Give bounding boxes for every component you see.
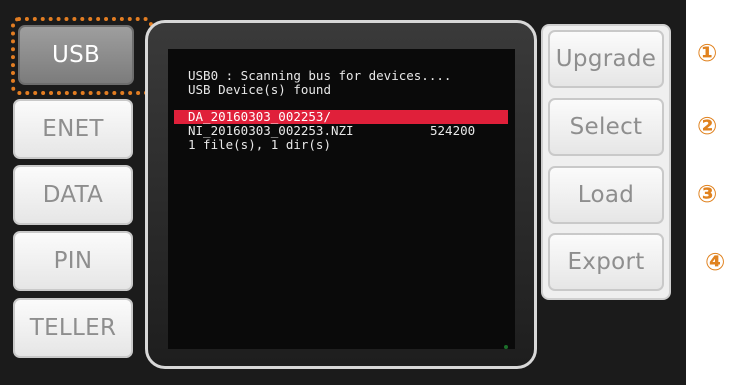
step-number-1: ① — [697, 39, 718, 67]
terminal-line-found: USB Device(s) found — [188, 82, 331, 97]
load-button[interactable]: Load — [548, 166, 664, 224]
terminal-file-size: 524200 — [430, 123, 476, 138]
terminal-line-scanning: USB0 : Scanning bus for devices.... — [188, 68, 452, 83]
enet-button[interactable]: ENET — [13, 99, 133, 159]
status-led — [504, 345, 508, 349]
terminal-screen: USB0 : Scanning bus for devices.... USB … — [168, 49, 515, 349]
step-number-3: ③ — [697, 180, 718, 208]
step-number-2: ② — [697, 112, 718, 140]
terminal-summary: 1 file(s), 1 dir(s) — [188, 137, 331, 152]
terminal-dir-entry[interactable]: DA_20160303_002253/ — [188, 110, 331, 124]
teller-button[interactable]: TELLER — [13, 298, 133, 358]
terminal-file-entry[interactable]: NI_20160303_002253.NZI — [188, 124, 354, 138]
export-button[interactable]: Export — [548, 233, 664, 291]
data-button[interactable]: DATA — [13, 165, 133, 225]
device-ui: USB ENET DATA PIN TELLER USB0 : Scanning… — [0, 0, 738, 385]
step-number-4: ④ — [705, 248, 726, 276]
upgrade-button[interactable]: Upgrade — [548, 30, 664, 88]
pin-button[interactable]: PIN — [13, 231, 133, 291]
usb-button[interactable]: USB — [18, 25, 134, 85]
select-button[interactable]: Select — [548, 98, 664, 156]
